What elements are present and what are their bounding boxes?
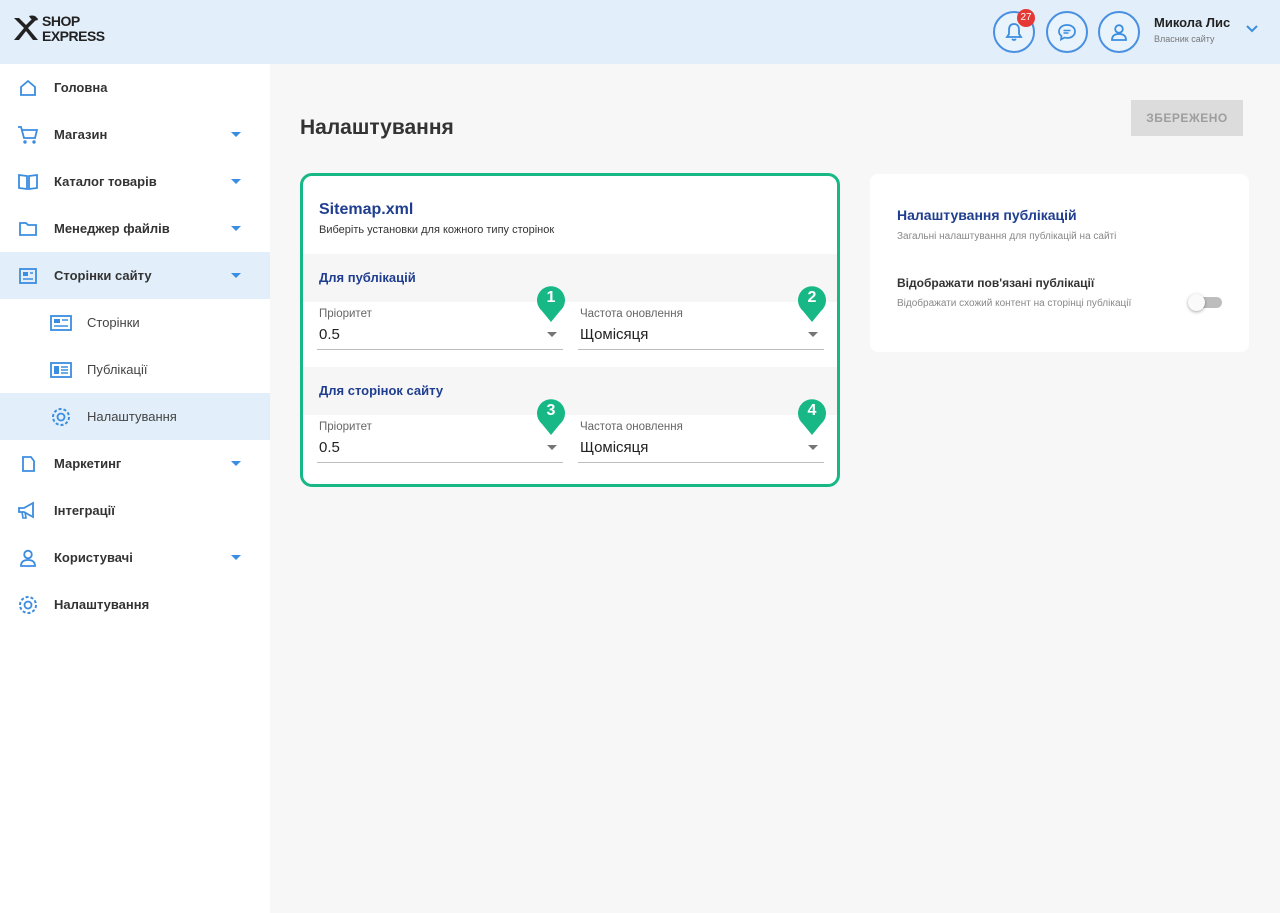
field-value: 0.5 <box>319 326 340 343</box>
section-site-pages: Для сторінок сайту <box>303 367 837 415</box>
publications-icon <box>49 358 73 382</box>
callout-marker-4: 4 <box>797 398 827 436</box>
messages-button[interactable] <box>1046 11 1088 53</box>
page-icon <box>49 311 73 335</box>
dropdown-arrow-icon <box>547 332 557 337</box>
sitemap-subtitle: Виберіть установки для кожного типу стор… <box>319 224 555 236</box>
frequency-select-publications[interactable]: Частота оновлення Щомісяця <box>578 302 824 350</box>
logo-mark-icon <box>14 15 38 40</box>
sidebar-item-label: Публікації <box>87 362 148 377</box>
sitemap-card: Sitemap.xml Виберіть установки для кожно… <box>300 173 840 487</box>
sidebar-item-site-pages[interactable]: Сторінки сайту <box>0 252 270 299</box>
sidebar-item-catalog[interactable]: Каталог товарів <box>0 158 270 205</box>
caret-down-icon <box>231 555 241 560</box>
sidebar-item-shop[interactable]: Магазин <box>0 111 270 158</box>
sidebar: Головна Магазин Каталог товарів Менеджер… <box>0 64 270 913</box>
user-icon <box>16 546 40 570</box>
top-header: SHOP EXPRESS 27 Микола Лис Власник сайту <box>0 0 1280 64</box>
sidebar-item-integrations[interactable]: Інтеграції <box>0 487 270 534</box>
dropdown-arrow-icon <box>808 332 818 337</box>
sidebar-item-label: Сторінки <box>87 315 140 330</box>
sidebar-item-label: Налаштування <box>87 409 177 424</box>
caret-down-icon <box>231 132 241 137</box>
publications-settings-title: Налаштування публікацій <box>897 207 1077 223</box>
home-icon <box>16 76 40 100</box>
section-title: Для публікацій <box>319 270 416 285</box>
sidebar-item-label: Користувачі <box>54 550 133 565</box>
shop-express-logo[interactable]: SHOP EXPRESS <box>12 14 105 44</box>
chat-icon <box>1058 24 1076 42</box>
marker-number: 2 <box>807 289 817 306</box>
related-publications-toggle[interactable] <box>1188 294 1222 311</box>
logo-text-express: EXPRESS <box>42 28 105 44</box>
gear-icon <box>49 405 73 429</box>
sitemap-title: Sitemap.xml <box>319 201 414 218</box>
callout-marker-3: 3 <box>536 398 566 436</box>
dropdown-arrow-icon <box>547 445 557 450</box>
field-value: Щомісяця <box>580 326 649 343</box>
sidebar-item-label: Інтеграції <box>54 503 115 518</box>
cart-icon <box>16 123 40 147</box>
sidebar-item-home[interactable]: Головна <box>0 64 270 111</box>
logo-text-shop: SHOP <box>42 13 80 29</box>
dropdown-arrow-icon <box>808 445 818 450</box>
related-publications-label: Відображати пов'язані публікації <box>897 276 1095 290</box>
sidebar-subitem-settings[interactable]: Налаштування <box>0 393 270 440</box>
field-label: Частота оновлення <box>580 308 683 320</box>
related-publications-description: Відображати схожий контент на сторінці п… <box>897 298 1132 309</box>
marketing-icon <box>16 452 40 476</box>
sidebar-item-label: Каталог товарів <box>54 174 157 189</box>
priority-select-publications[interactable]: Пріоритет 0.5 <box>317 302 563 350</box>
sidebar-item-label: Налаштування <box>54 597 150 612</box>
toggle-knob <box>1188 294 1205 311</box>
sidebar-item-file-manager[interactable]: Менеджер файлів <box>0 205 270 252</box>
save-button[interactable]: ЗБЕРЕЖЕНО <box>1131 100 1243 136</box>
sidebar-item-label: Менеджер файлів <box>54 221 170 236</box>
sidebar-subitem-publications[interactable]: Публікації <box>0 346 270 393</box>
publications-settings-subtitle: Загальні налаштування для публікацій на … <box>897 231 1117 242</box>
notification-badge: 27 <box>1017 9 1035 27</box>
megaphone-icon <box>16 499 40 523</box>
field-label: Пріоритет <box>319 308 372 320</box>
field-label: Частота оновлення <box>580 421 683 433</box>
sidebar-item-label: Магазин <box>54 127 108 142</box>
sidebar-item-settings[interactable]: Налаштування <box>0 581 270 628</box>
field-value: 0.5 <box>319 439 340 456</box>
priority-select-site-pages[interactable]: Пріоритет 0.5 <box>317 415 563 463</box>
callout-marker-1: 1 <box>536 285 566 323</box>
gear-icon <box>16 593 40 617</box>
caret-down-icon <box>231 461 241 466</box>
callout-marker-2: 2 <box>797 285 827 323</box>
notifications-button[interactable]: 27 <box>993 9 1035 53</box>
chevron-down-icon[interactable] <box>1245 22 1259 36</box>
caret-down-icon <box>231 226 241 231</box>
sidebar-item-label: Головна <box>54 80 108 95</box>
user-avatar-icon <box>1111 24 1127 41</box>
profile-button[interactable] <box>1098 11 1140 53</box>
marker-number: 4 <box>807 402 817 419</box>
field-value: Щомісяця <box>580 439 649 456</box>
sidebar-item-label: Сторінки сайту <box>54 268 152 283</box>
sidebar-item-label: Маркетинг <box>54 456 122 471</box>
catalog-icon <box>16 170 40 194</box>
sidebar-item-marketing[interactable]: Маркетинг <box>0 440 270 487</box>
section-publications: Для публікацій <box>303 254 837 302</box>
section-title: Для сторінок сайту <box>319 383 444 398</box>
user-role: Власник сайту <box>1154 34 1215 44</box>
caret-down-icon <box>231 179 241 184</box>
field-label: Пріоритет <box>319 421 372 433</box>
page-title: Налаштування <box>300 116 454 139</box>
pages-icon <box>16 264 40 288</box>
marker-number: 1 <box>546 289 556 306</box>
folder-icon <box>16 217 40 241</box>
marker-number: 3 <box>546 402 556 419</box>
publications-settings-card: Налаштування публікацій Загальні налашту… <box>870 174 1249 352</box>
user-name: Микола Лис <box>1154 15 1231 30</box>
sidebar-item-users[interactable]: Користувачі <box>0 534 270 581</box>
frequency-select-site-pages[interactable]: Частота оновлення Щомісяця <box>578 415 824 463</box>
sidebar-subitem-pages[interactable]: Сторінки <box>0 299 270 346</box>
caret-down-icon <box>231 273 241 278</box>
